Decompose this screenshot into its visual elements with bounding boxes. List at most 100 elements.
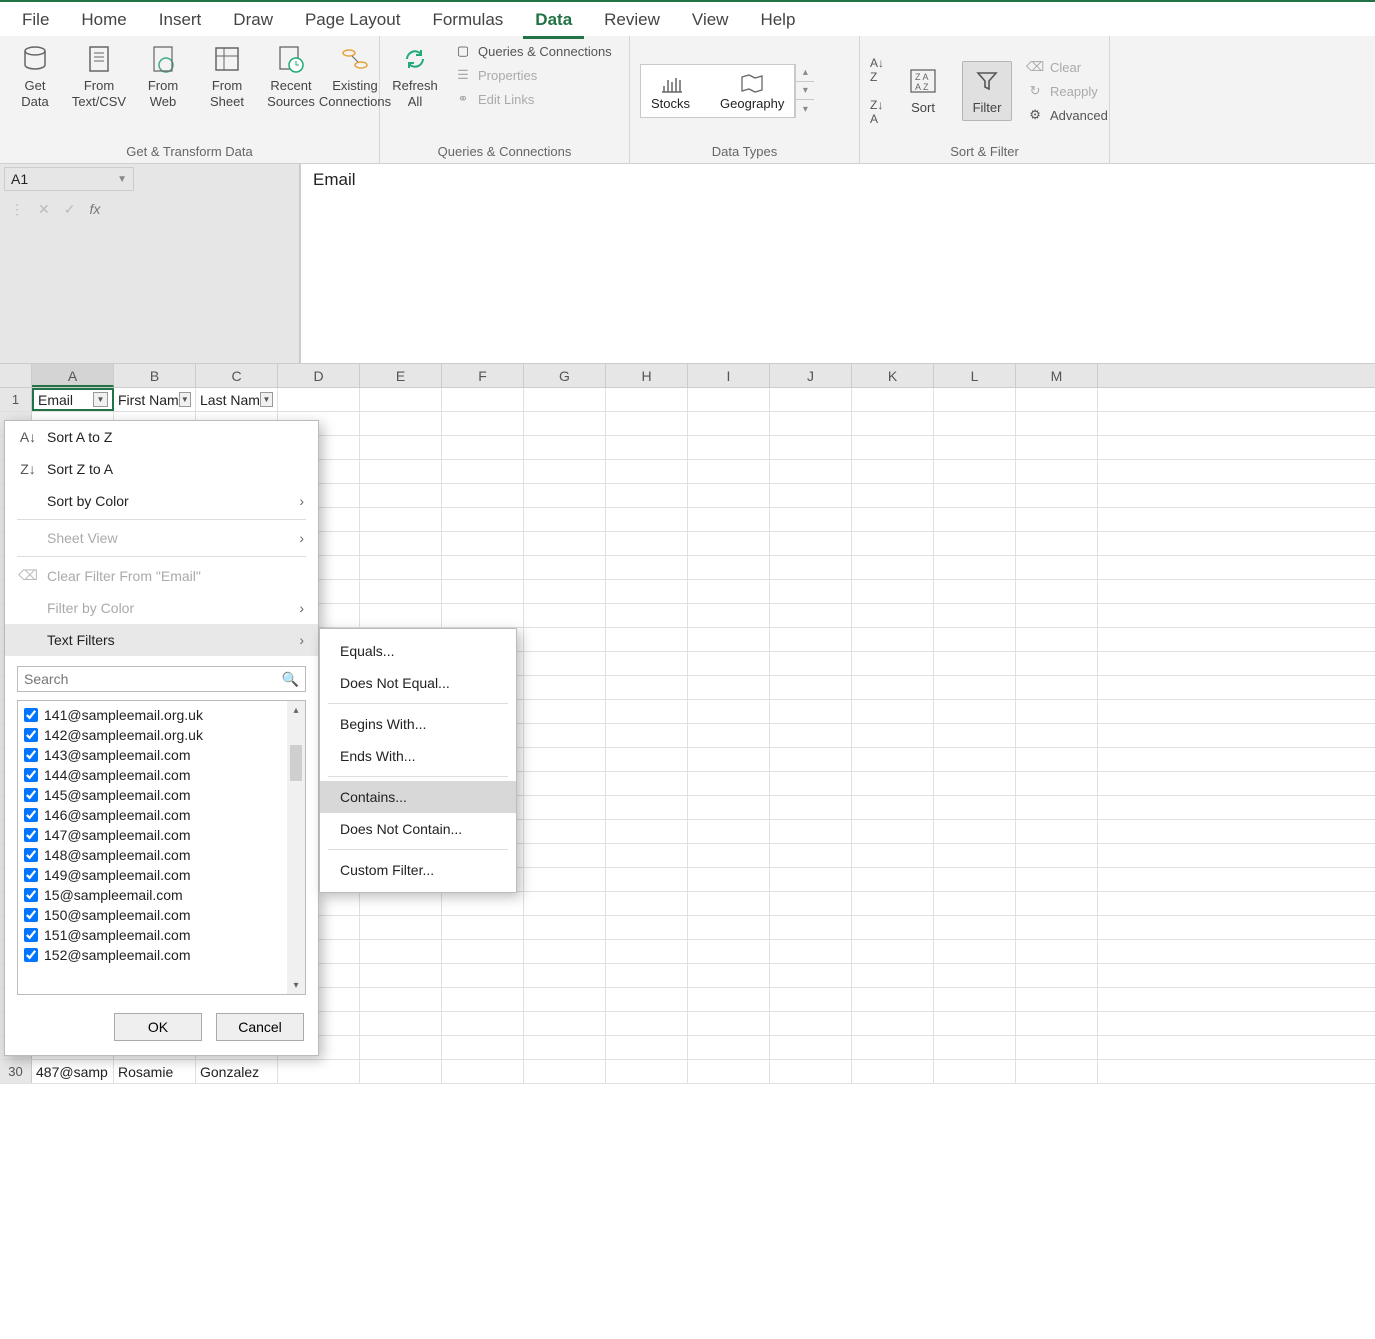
row-header-30[interactable]: 30 (0, 1060, 32, 1083)
checkbox[interactable] (24, 728, 38, 742)
stocks-type[interactable]: Stocks (651, 72, 690, 111)
scroll-down-icon[interactable]: ▾ (293, 976, 298, 994)
text-filters[interactable]: Text Filters› (5, 624, 318, 656)
tab-file[interactable]: File (6, 4, 65, 36)
checkbox[interactable] (24, 748, 38, 762)
col-header-f[interactable]: F (442, 364, 524, 387)
checkbox[interactable] (24, 948, 38, 962)
filter-checklist-item[interactable]: 147@sampleemail.com (24, 825, 281, 845)
get-data-button[interactable]: Get Data (10, 42, 60, 111)
checkbox[interactable] (24, 888, 38, 902)
col-header-j[interactable]: J (770, 364, 852, 387)
cell-l1[interactable] (934, 388, 1016, 411)
filter-search-input[interactable] (24, 671, 282, 687)
filter-checklist-item[interactable]: 152@sampleemail.com (24, 945, 281, 965)
advanced-filter-button[interactable]: ⚙Advanced (1026, 106, 1108, 124)
sort-by-color[interactable]: Sort by Color› (5, 485, 318, 517)
refresh-all-button[interactable]: Refresh All (390, 42, 440, 111)
cell-g1[interactable] (524, 388, 606, 411)
tab-data[interactable]: Data (519, 4, 588, 36)
filter-checklist-item[interactable]: 15@sampleemail.com (24, 885, 281, 905)
checkbox[interactable] (24, 908, 38, 922)
cell-h1[interactable] (606, 388, 688, 411)
data-types-gallery[interactable]: Stocks Geography (640, 64, 795, 118)
cell-c30[interactable]: Gonzalez (196, 1060, 278, 1083)
filter-checklist-item[interactable]: 143@sampleemail.com (24, 745, 281, 765)
checkbox[interactable] (24, 768, 38, 782)
filter-search[interactable]: 🔍 (17, 666, 306, 692)
col-header-b[interactable]: B (114, 364, 196, 387)
filter-checklist-item[interactable]: 141@sampleemail.org.uk (24, 705, 281, 725)
col-header-a[interactable]: A (32, 364, 114, 387)
cell-a30[interactable]: 487@samp (32, 1060, 114, 1083)
filter-checklist-item[interactable]: 151@sampleemail.com (24, 925, 281, 945)
recent-sources-button[interactable]: Recent Sources (266, 42, 316, 111)
col-header-h[interactable]: H (606, 364, 688, 387)
cell-k1[interactable] (852, 388, 934, 411)
filter-begins-with[interactable]: Begins With... (320, 708, 516, 740)
col-header-k[interactable]: K (852, 364, 934, 387)
fx-icon[interactable]: fx (89, 201, 100, 217)
cell-m1[interactable] (1016, 388, 1098, 411)
filter-checklist-item[interactable]: 146@sampleemail.com (24, 805, 281, 825)
filter-equals[interactable]: Equals... (320, 635, 516, 667)
checkbox[interactable] (24, 848, 38, 862)
cell-c1[interactable]: Last Nam ▼ (196, 388, 278, 411)
from-web-button[interactable]: From Web (138, 42, 188, 111)
filter-checklist-item[interactable]: 144@sampleemail.com (24, 765, 281, 785)
checkbox[interactable] (24, 928, 38, 942)
sort-a-to-z[interactable]: A↓ Sort A to Z (5, 421, 318, 453)
chevron-down-icon[interactable]: ▼ (117, 174, 127, 185)
filter-checklist-item[interactable]: 145@sampleemail.com (24, 785, 281, 805)
col-header-m[interactable]: M (1016, 364, 1098, 387)
formula-bar[interactable]: Email (300, 164, 1375, 363)
sort-z-to-a[interactable]: Z↓ Sort Z to A (5, 453, 318, 485)
tab-home[interactable]: Home (65, 4, 142, 36)
scroll-thumb[interactable] (290, 745, 302, 781)
checkbox[interactable] (24, 808, 38, 822)
sort-desc-button[interactable]: Z↓A (870, 98, 884, 126)
col-header-d[interactable]: D (278, 364, 360, 387)
tab-review[interactable]: Review (588, 4, 676, 36)
filter-contains[interactable]: Contains... (320, 781, 516, 813)
gallery-nav[interactable]: ▴▾▾ (795, 64, 814, 118)
col-header-e[interactable]: E (360, 364, 442, 387)
cell-b30[interactable]: Rosamie (114, 1060, 196, 1083)
col-header-c[interactable]: C (196, 364, 278, 387)
filter-checklist-item[interactable]: 150@sampleemail.com (24, 905, 281, 925)
filter-dropdown-lastname[interactable]: ▼ (260, 392, 273, 407)
checklist-scrollbar[interactable]: ▴ ▾ (287, 701, 305, 994)
queries-connections-button[interactable]: ▢Queries & Connections (454, 42, 612, 60)
scroll-up-icon[interactable]: ▴ (293, 701, 298, 719)
col-header-i[interactable]: I (688, 364, 770, 387)
geography-type[interactable]: Geography (720, 72, 784, 111)
ok-button[interactable]: OK (114, 1013, 202, 1041)
existing-connections-button[interactable]: Existing Connections (330, 42, 380, 111)
filter-button[interactable]: Filter (962, 61, 1012, 121)
from-sheet-button[interactable]: From Sheet (202, 42, 252, 111)
cancel-x-icon[interactable]: ✕ (38, 201, 50, 218)
filter-ends-with[interactable]: Ends With... (320, 740, 516, 772)
row-header-1[interactable]: 1 (0, 388, 32, 411)
name-box[interactable]: A1 ▼ (4, 167, 134, 191)
confirm-check-icon[interactable]: ✓ (64, 201, 76, 218)
filter-checklist-item[interactable]: 149@sampleemail.com (24, 865, 281, 885)
cell-i1[interactable] (688, 388, 770, 411)
sort-button[interactable]: Z AA Z Sort (898, 64, 948, 118)
tab-draw[interactable]: Draw (217, 4, 289, 36)
cell-f1[interactable] (442, 388, 524, 411)
filter-dropdown-email[interactable]: ▼ (93, 392, 108, 407)
tab-formulas[interactable]: Formulas (416, 4, 519, 36)
checkbox[interactable] (24, 788, 38, 802)
cell-b1[interactable]: First Nam ▼ (114, 388, 196, 411)
filter-checklist-item[interactable]: 148@sampleemail.com (24, 845, 281, 865)
select-all-corner[interactable] (0, 364, 32, 387)
checkbox[interactable] (24, 868, 38, 882)
cell-a1[interactable]: Email ▼ (32, 388, 114, 411)
filter-not-equal[interactable]: Does Not Equal... (320, 667, 516, 699)
filter-custom[interactable]: Custom Filter... (320, 854, 516, 886)
filter-dropdown-firstname[interactable]: ▼ (179, 392, 191, 407)
checkbox[interactable] (24, 708, 38, 722)
sort-asc-button[interactable]: A↓Z (870, 56, 884, 84)
from-text-csv-button[interactable]: From Text/CSV (74, 42, 124, 111)
